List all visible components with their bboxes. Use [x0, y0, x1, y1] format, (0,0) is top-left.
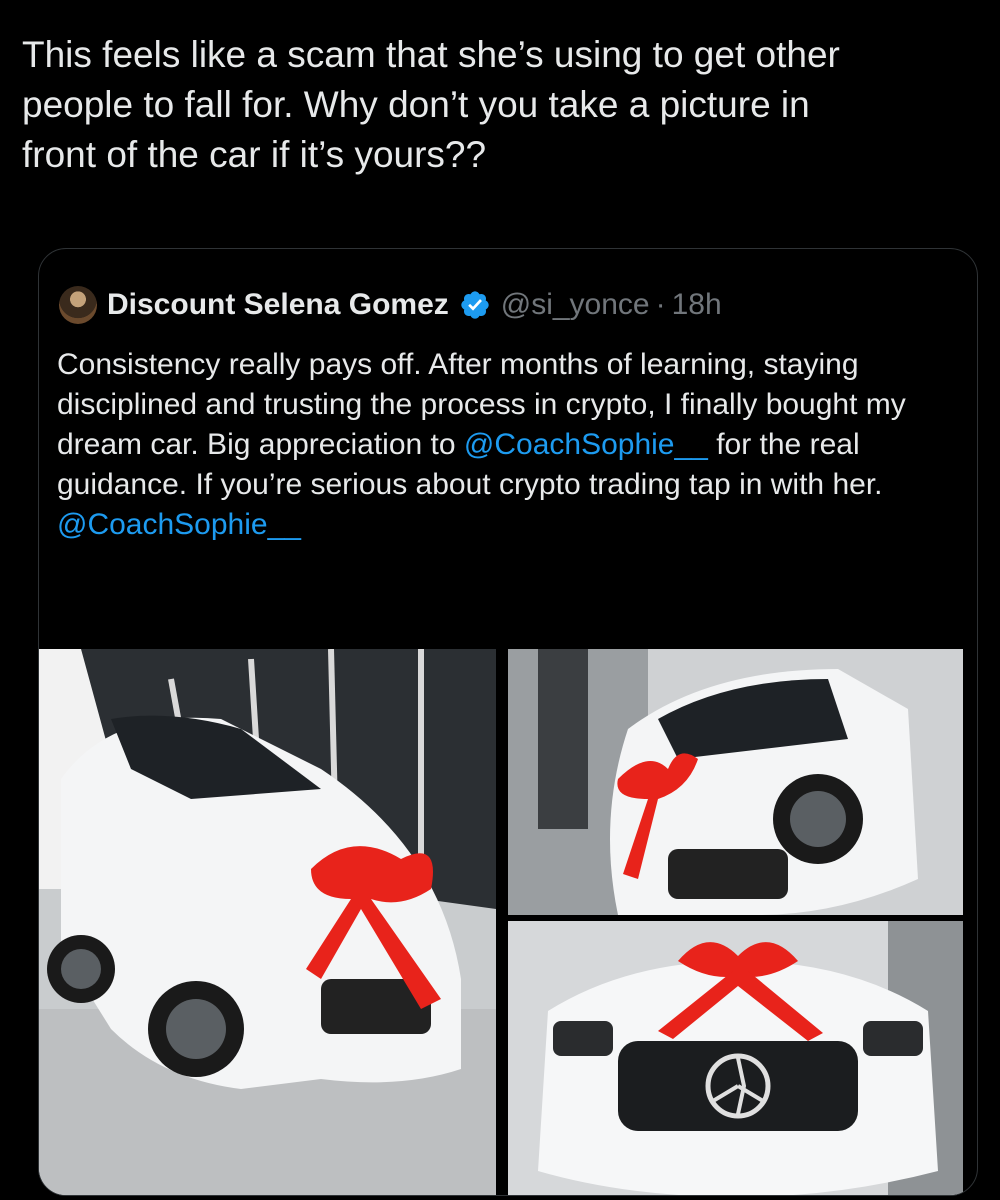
handle[interactable]: @si_yonce: [501, 288, 650, 322]
car-photo[interactable]: [508, 921, 963, 1195]
mention-link[interactable]: @CoachSophie__: [464, 428, 708, 461]
car-photo[interactable]: [508, 649, 963, 915]
timestamp[interactable]: 18h: [672, 288, 722, 322]
verified-badge-icon: [459, 289, 491, 321]
tweet-text: This feels like a scam that she’s using …: [22, 34, 840, 175]
display-name[interactable]: Discount Selena Gomez: [107, 288, 449, 322]
quoted-tweet-header: Discount Selena Gomez @si_yonce · 18h: [59, 283, 722, 327]
quoted-tweet-card[interactable]: Discount Selena Gomez @si_yonce · 18h Co…: [38, 248, 978, 1196]
avatar[interactable]: [59, 286, 97, 324]
mention-link[interactable]: @CoachSophie__: [57, 508, 301, 541]
car-photo[interactable]: [39, 649, 496, 1195]
quoted-tweet-body: Consistency really pays off. After month…: [57, 345, 957, 545]
media-grid: [39, 649, 963, 1195]
separator-dot: ·: [655, 288, 666, 321]
